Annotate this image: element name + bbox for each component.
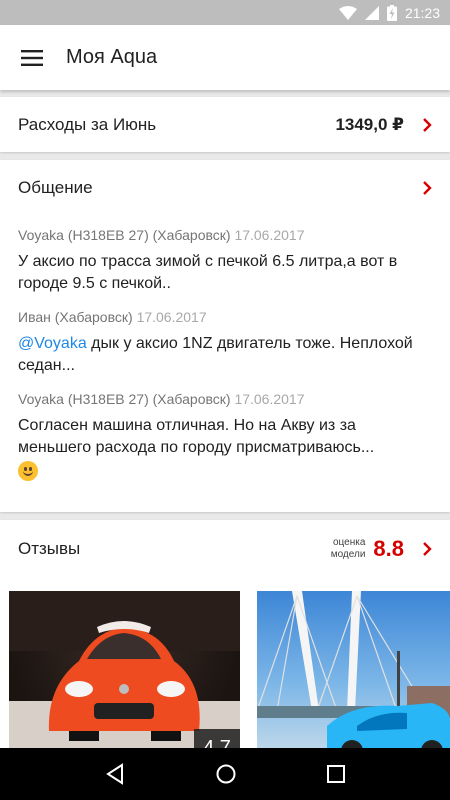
model-rating-value: 8.8 xyxy=(373,536,404,561)
home-icon[interactable] xyxy=(215,763,237,785)
message-meta: Voyaka (H318EB 27) (Хабаровск) 17.06.201… xyxy=(18,227,432,243)
expenses-card[interactable]: Расходы за Июнь 1349,0 ₽ xyxy=(0,97,450,152)
message-date: 17.06.2017 xyxy=(234,227,305,243)
message-author: Voyaka (H318EB 27) (Хабаровск) xyxy=(18,391,231,407)
review-photo-card[interactable]: 4.7 xyxy=(9,591,240,761)
message-date: 17.06.2017 xyxy=(234,391,305,407)
system-nav-bar xyxy=(0,748,450,800)
chat-title: Общение xyxy=(18,177,93,197)
review-photos: 4.7 xyxy=(9,591,450,761)
battery-charging-icon xyxy=(386,4,397,21)
message-author: Иван (Хабаровск) xyxy=(18,309,133,325)
message-text: @Voyaka дык у аксио 1NZ двигатель тоже. … xyxy=(18,333,432,377)
message-author: Voyaka (H318EB 27) (Хабаровск) xyxy=(18,227,231,243)
recent-apps-icon[interactable] xyxy=(326,764,346,784)
chevron-right-icon xyxy=(423,180,432,195)
message-mention[interactable]: @Voyaka xyxy=(18,335,87,352)
chevron-right-icon xyxy=(423,117,432,132)
reviews-title: Отзывы xyxy=(18,539,81,558)
app-title: Моя Aqua xyxy=(66,46,158,68)
reviews-header[interactable]: Отзывы оценка модели 8.8 xyxy=(0,520,450,578)
message-text: У аксио по трасса зимой с печкой 6.5 лит… xyxy=(18,253,398,292)
chat-message[interactable]: Voyaka (H318EB 27) (Хабаровск) 17.06.201… xyxy=(18,391,432,481)
chevron-right-icon xyxy=(423,542,432,556)
message-meta: Voyaka (H318EB 27) (Хабаровск) 17.06.201… xyxy=(18,391,432,407)
model-rating-label: оценка модели xyxy=(330,537,366,560)
wifi-icon xyxy=(338,5,357,20)
smile-emoji-icon xyxy=(18,461,38,481)
chat-header[interactable]: Общение xyxy=(18,160,432,215)
chat-message[interactable]: Voyaka (H318EB 27) (Хабаровск) 17.06.201… xyxy=(18,227,432,295)
bridge-photo-image xyxy=(257,591,450,761)
reviews-card: Отзывы оценка модели 8.8 4.7 xyxy=(0,520,450,761)
chat-card: Общение Voyaka (H318EB 27) (Хабаровск) 1… xyxy=(0,160,450,512)
message-meta: Иван (Хабаровск) 17.06.2017 xyxy=(18,309,432,325)
message-text: Согласен машина отличная. Но на Акву из … xyxy=(18,417,375,456)
back-icon[interactable] xyxy=(104,763,126,785)
signal-icon xyxy=(364,5,379,20)
status-time: 21:23 xyxy=(404,4,440,21)
review-photo-card[interactable] xyxy=(257,591,450,761)
chat-message[interactable]: Иван (Хабаровск) 17.06.2017 @Voyaka дык … xyxy=(18,309,432,377)
expenses-value: 1349,0 ₽ xyxy=(335,114,404,134)
message-date: 17.06.2017 xyxy=(136,309,207,325)
menu-button[interactable] xyxy=(0,25,64,90)
app-bar: Моя Aqua xyxy=(0,25,450,90)
status-bar: 21:23 xyxy=(0,0,450,25)
hamburger-menu-icon xyxy=(21,49,43,66)
expenses-label: Расходы за Июнь xyxy=(18,114,157,134)
